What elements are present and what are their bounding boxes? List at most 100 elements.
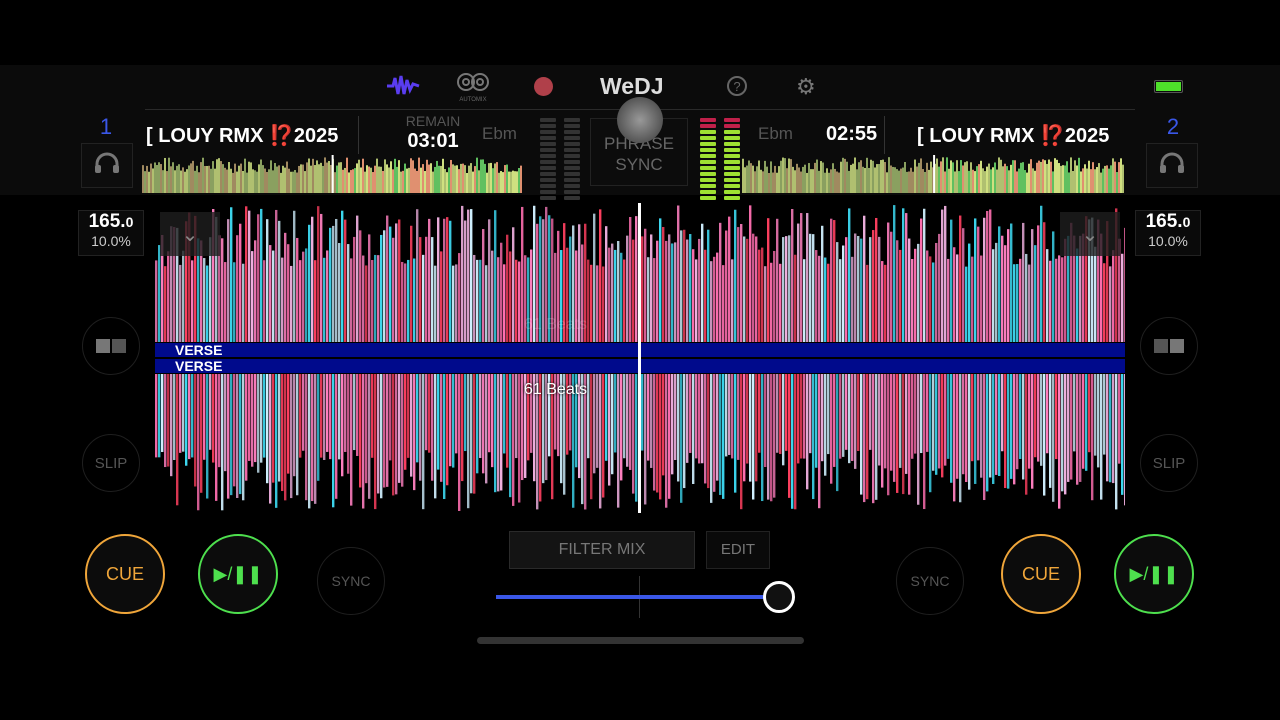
waveform-bar: [329, 374, 332, 460]
waveform-bar: [323, 257, 326, 342]
waveform-icon[interactable]: [385, 72, 421, 105]
help-icon[interactable]: ?: [727, 76, 747, 96]
waveform-bar: [647, 257, 650, 342]
deck-1-sync-button[interactable]: SYNC: [317, 547, 385, 615]
deck-2-slip-button[interactable]: SLIP: [1140, 434, 1198, 492]
meter-segment: [700, 142, 716, 146]
overview-bar: [894, 167, 896, 193]
overview-bar: [880, 160, 882, 193]
playhead: [638, 203, 641, 513]
waveform-bar: [1016, 374, 1019, 470]
waveform-bar: [857, 235, 860, 342]
deck-2-dropdown[interactable]: ⌄: [1060, 212, 1120, 256]
deck-2-sync-button[interactable]: SYNC: [896, 547, 964, 615]
deck-1-play-pause-button[interactable]: ▶/❚❚: [198, 534, 278, 614]
overview-bar: [212, 161, 214, 193]
waveform-bar: [203, 374, 206, 460]
overview-bar: [352, 169, 354, 193]
overview-bar: [158, 162, 160, 193]
waveform-bar: [272, 250, 275, 342]
waveform-bar: [821, 374, 824, 462]
waveform-bar: [911, 374, 914, 459]
deck-2-bpm[interactable]: 165.0 10.0%: [1135, 210, 1201, 256]
waveform-bar: [917, 243, 920, 342]
overview-bar: [1010, 164, 1012, 193]
overview-bar: [918, 162, 920, 193]
settings-icon[interactable]: ⚙: [796, 74, 816, 100]
filter-mix-button[interactable]: FILTER MIX: [509, 531, 695, 569]
automix-icon[interactable]: AUTOMIX: [455, 72, 491, 103]
deck-1-level-meter: [564, 118, 580, 200]
overview-bar: [234, 163, 236, 193]
overview-bar: [856, 169, 858, 193]
deck-2-play-pause-button[interactable]: ▶/❚❚: [1114, 534, 1194, 614]
waveform-bar: [377, 255, 380, 342]
deck-2-headphone-cue[interactable]: [1146, 143, 1198, 188]
waveform-bar: [611, 374, 614, 475]
meter-segment: [540, 184, 556, 188]
waveform-bar: [245, 206, 248, 342]
deck-2-time[interactable]: 02:55: [826, 123, 877, 146]
deck-1-level-meter: [540, 118, 556, 200]
overview-bar: [146, 165, 148, 193]
waveform-bar: [491, 374, 494, 468]
overview-bar: [498, 172, 500, 193]
deck-2-track-title[interactable]: [ LOUY RMX ⁉️2025: [917, 123, 1129, 148]
deck-1-slip-button[interactable]: SLIP: [82, 434, 140, 492]
waveform-bar: [947, 374, 950, 459]
overview-bar: [170, 166, 172, 193]
overview-bar: [346, 157, 348, 193]
deck-1-view-toggle[interactable]: [82, 317, 140, 375]
waveform-bar: [275, 374, 278, 508]
crossfader-handle[interactable]: [763, 581, 795, 613]
waveform-bar: [1031, 229, 1034, 342]
meter-segment: [564, 154, 580, 158]
waveform-bar: [383, 374, 386, 488]
home-indicator[interactable]: [477, 637, 804, 644]
waveform-bar: [512, 374, 515, 506]
crossfader-track[interactable]: [496, 595, 779, 599]
waveform-bar: [938, 374, 941, 469]
overview-bar: [452, 164, 454, 193]
waveform-bar: [302, 251, 305, 342]
waveform-bar: [368, 374, 371, 499]
meter-segment: [724, 190, 740, 194]
waveform-bar: [293, 210, 296, 342]
deck-1-track-title[interactable]: [ LOUY RMX ⁉️2025: [146, 123, 358, 148]
title-text: [ LOUY RMX: [146, 125, 269, 147]
waveform-bar: [920, 374, 923, 454]
waveform-bar: [449, 220, 452, 342]
waveform-bar: [449, 374, 452, 467]
waveform-bar: [734, 209, 737, 342]
waveform-bar: [662, 227, 665, 342]
deck-1-headphone-cue[interactable]: [81, 143, 133, 188]
waveform-bar: [1088, 374, 1091, 453]
edit-button[interactable]: EDIT: [706, 531, 770, 569]
waveform-bar: [464, 374, 467, 452]
meter-segment: [540, 166, 556, 170]
waveform-bar: [164, 374, 167, 468]
overview-bar: [432, 171, 434, 193]
waveform-bar: [278, 374, 281, 482]
overview-bar: [742, 158, 744, 193]
waveform-bar: [284, 374, 287, 501]
deck-2-view-toggle[interactable]: [1140, 317, 1198, 375]
deck-2-cue-button[interactable]: CUE: [1001, 534, 1081, 614]
waveform-bar: [290, 374, 293, 499]
waveform-bar: [866, 264, 869, 342]
waveform-bar: [641, 374, 644, 451]
deck-2-overview-waveform[interactable]: [742, 155, 1132, 193]
waveform-bar: [1052, 231, 1055, 342]
deck-1-dropdown[interactable]: ⌄: [160, 212, 220, 256]
deck-1-overview-waveform[interactable]: [142, 155, 529, 193]
overview-bar: [1014, 160, 1016, 193]
waveform-bar: [311, 374, 314, 502]
waveform-bar: [770, 374, 773, 502]
deck-1-bpm[interactable]: 165.0 10.0%: [78, 210, 144, 256]
overview-bar: [348, 172, 350, 193]
overview-bar: [926, 162, 928, 193]
deck-1-time[interactable]: 03:01: [398, 130, 468, 153]
deck-1-cue-button[interactable]: CUE: [85, 534, 165, 614]
record-icon[interactable]: [534, 77, 553, 96]
overview-bar: [410, 158, 412, 193]
